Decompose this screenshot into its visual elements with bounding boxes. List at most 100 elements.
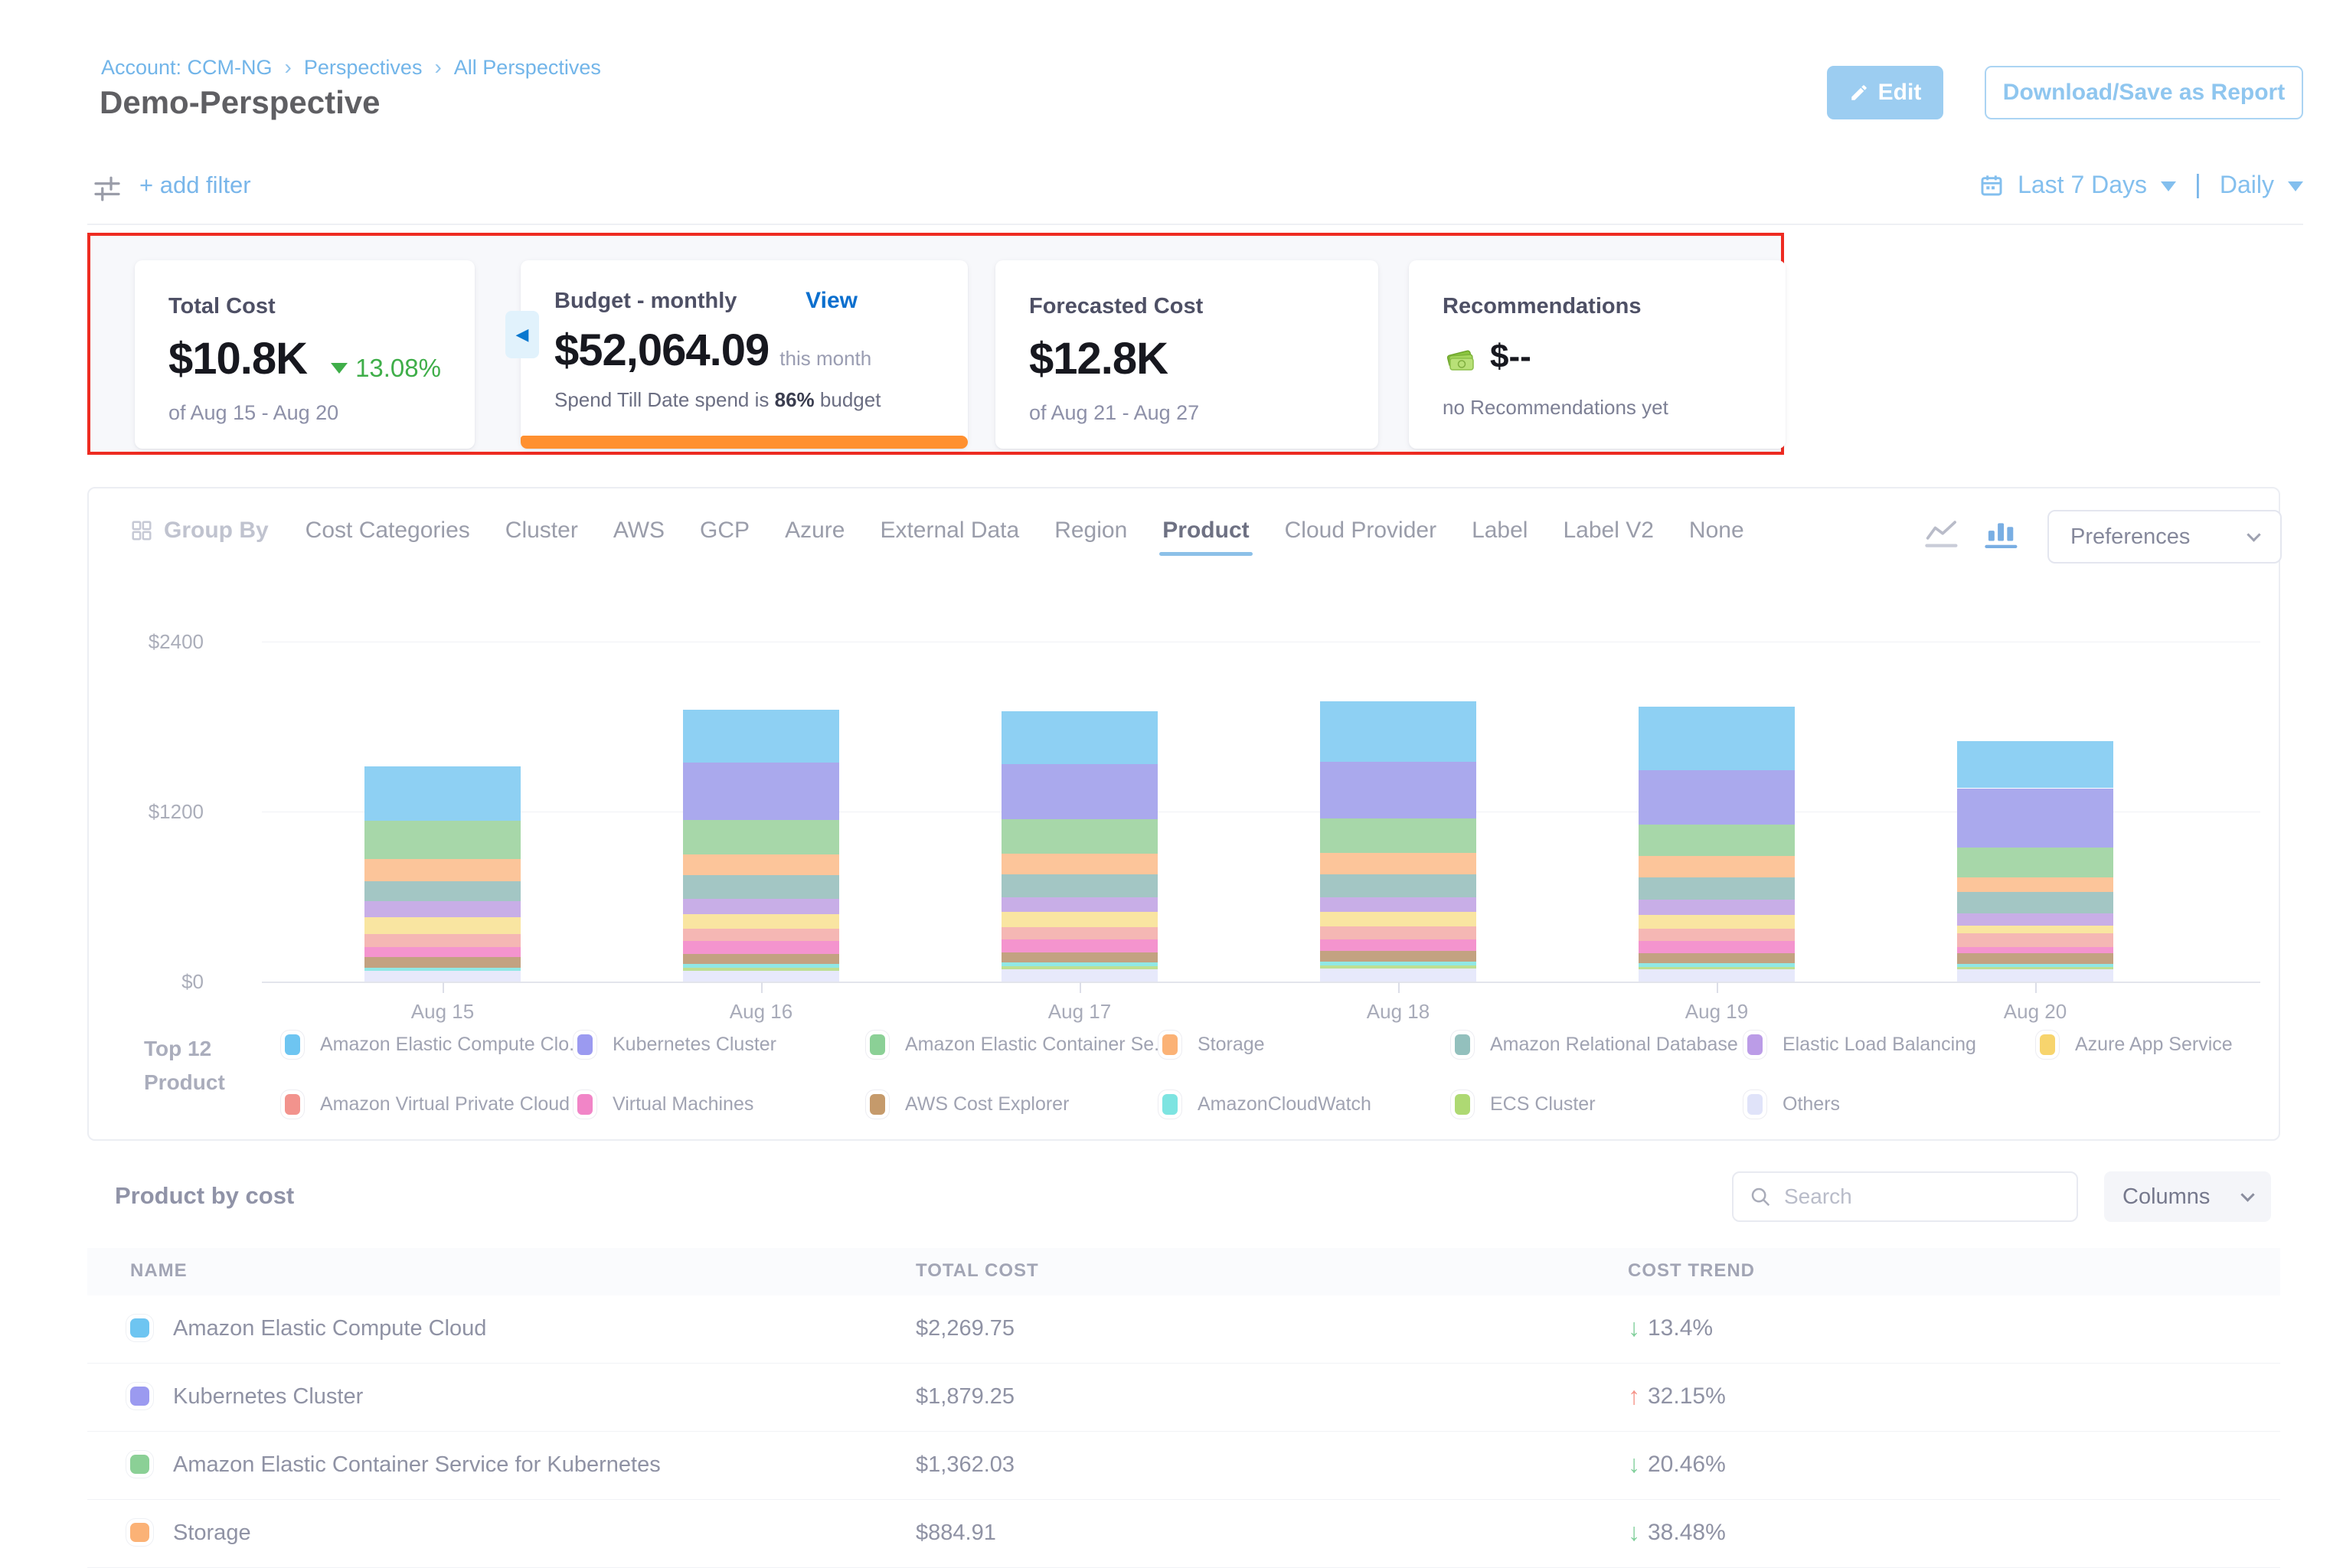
group-by-tab-product[interactable]: Product xyxy=(1162,518,1249,544)
bar-segment[interactable] xyxy=(1002,764,1158,819)
bar-segment[interactable] xyxy=(1002,874,1158,897)
bar-segment[interactable] xyxy=(683,914,839,929)
bar-segment[interactable] xyxy=(1002,969,1158,982)
bar-segment[interactable] xyxy=(1320,939,1476,952)
bar-segment[interactable] xyxy=(1320,874,1476,897)
bar-segment[interactable] xyxy=(1320,701,1476,763)
bar-segment[interactable] xyxy=(683,929,839,941)
bar-segment[interactable] xyxy=(683,899,839,914)
bar-segment[interactable] xyxy=(683,710,839,763)
bar-segment[interactable] xyxy=(1639,915,1795,929)
bar-segment[interactable] xyxy=(364,957,521,967)
legend-item[interactable]: Amazon Elastic Compute Clo... xyxy=(285,1034,585,1056)
bar-segment[interactable] xyxy=(1957,892,2113,913)
bar-segment[interactable] xyxy=(1002,952,1158,962)
bar-segment[interactable] xyxy=(1639,707,1795,770)
breadcrumb-item[interactable]: Account: CCM-NG xyxy=(101,56,273,80)
bar-segment[interactable] xyxy=(1957,913,2113,926)
edit-button[interactable]: Edit xyxy=(1827,66,1943,119)
chevron-down-icon[interactable] xyxy=(2288,181,2303,191)
bar-segment[interactable] xyxy=(1002,854,1158,875)
bar-segment[interactable] xyxy=(1002,966,1158,970)
download-save-report-button[interactable]: Download/Save as Report xyxy=(1985,66,2303,119)
legend-item[interactable]: Kubernetes Cluster xyxy=(577,1034,776,1056)
bar-segment[interactable] xyxy=(683,964,839,968)
bar-segment[interactable] xyxy=(1002,912,1158,926)
stacked-bar-aug-18[interactable] xyxy=(1320,488,1476,982)
bar-segment[interactable] xyxy=(1002,939,1158,953)
bar-segment[interactable] xyxy=(683,971,839,982)
bar-segment[interactable] xyxy=(683,954,839,964)
bar-segment[interactable] xyxy=(1002,962,1158,966)
table-row[interactable]: Amazon Elastic Compute Cloud$2,269.75↓13… xyxy=(87,1295,2280,1364)
bar-segment[interactable] xyxy=(364,901,521,917)
column-header-total-cost[interactable]: TOTAL COST xyxy=(916,1260,1039,1282)
bar-segment[interactable] xyxy=(683,763,839,820)
bar-segment[interactable] xyxy=(683,854,839,876)
bar-segment[interactable] xyxy=(364,766,521,821)
group-by-tab-aws[interactable]: AWS xyxy=(613,518,665,544)
bar-segment[interactable] xyxy=(364,859,521,881)
bar-segment[interactable] xyxy=(1002,711,1158,764)
bar-segment[interactable] xyxy=(1320,926,1476,939)
table-row[interactable]: Amazon Elastic Container Service for Kub… xyxy=(87,1432,2280,1500)
breadcrumb-item[interactable]: All Perspectives xyxy=(454,56,601,80)
bar-segment[interactable] xyxy=(364,968,521,971)
chevron-down-icon[interactable] xyxy=(2161,181,2176,191)
date-range-dropdown[interactable]: Last 7 Days xyxy=(2018,171,2147,199)
bar-segment[interactable] xyxy=(1957,969,2113,982)
group-by-tab-label[interactable]: Label xyxy=(1472,518,1528,544)
bar-segment[interactable] xyxy=(1957,933,2113,947)
bar-segment[interactable] xyxy=(1957,947,2113,953)
bar-segment[interactable] xyxy=(1957,789,2113,848)
bar-segment[interactable] xyxy=(1639,967,1795,970)
bar-segment[interactable] xyxy=(1002,897,1158,912)
stacked-bar-aug-19[interactable] xyxy=(1639,488,1795,982)
stacked-bar-aug-17[interactable] xyxy=(1002,488,1158,982)
bar-segment[interactable] xyxy=(683,968,839,971)
legend-item[interactable]: AmazonCloudWatch xyxy=(1162,1093,1371,1116)
collapse-left-arrow-button[interactable]: ◀ xyxy=(505,311,539,358)
group-by-tab-external-data[interactable]: External Data xyxy=(880,518,1019,544)
legend-item[interactable]: Amazon Virtual Private Cloud xyxy=(285,1093,570,1116)
bar-segment[interactable] xyxy=(1639,929,1795,942)
columns-dropdown[interactable]: Columns xyxy=(2104,1171,2271,1222)
breadcrumb-item[interactable]: Perspectives xyxy=(304,56,423,80)
bar-segment[interactable] xyxy=(1320,853,1476,875)
bar-segment[interactable] xyxy=(364,947,521,957)
bar-segment[interactable] xyxy=(1320,969,1476,982)
bar-segment[interactable] xyxy=(364,821,521,859)
bar-segment[interactable] xyxy=(1957,741,2113,788)
bar-segment[interactable] xyxy=(1639,877,1795,900)
filter-sliders-icon[interactable] xyxy=(92,173,123,207)
legend-item[interactable]: Storage xyxy=(1162,1034,1265,1056)
stacked-bar-aug-15[interactable] xyxy=(364,488,521,982)
bar-segment[interactable] xyxy=(1320,912,1476,926)
bar-segment[interactable] xyxy=(1639,969,1795,982)
bar-segment[interactable] xyxy=(1957,964,2113,967)
bar-segment[interactable] xyxy=(1639,770,1795,824)
add-filter-button[interactable]: + add filter xyxy=(139,172,251,199)
bar-segment[interactable] xyxy=(1320,965,1476,969)
bar-segment[interactable] xyxy=(683,875,839,899)
legend-item[interactable]: AWS Cost Explorer xyxy=(870,1093,1069,1116)
bar-segment[interactable] xyxy=(364,934,521,947)
legend-item[interactable]: ECS Cluster xyxy=(1455,1093,1596,1116)
budget-view-link[interactable]: View xyxy=(806,288,858,314)
table-row[interactable]: Storage$884.91↓38.48% xyxy=(87,1500,2280,1568)
legend-item[interactable]: Azure App Service xyxy=(2040,1034,2233,1056)
bar-segment[interactable] xyxy=(1639,825,1795,857)
bar-segment[interactable] xyxy=(1320,897,1476,912)
stacked-bar-aug-20[interactable] xyxy=(1957,488,2113,982)
bar-segment[interactable] xyxy=(1639,941,1795,953)
legend-item[interactable]: Amazon Elastic Container Se... xyxy=(870,1034,1170,1056)
bar-segment[interactable] xyxy=(1639,856,1795,877)
breadcrumb[interactable]: Account: CCM-NG›Perspectives›All Perspec… xyxy=(101,55,601,80)
legend-item[interactable]: Amazon Relational Database ... xyxy=(1455,1034,1760,1056)
bar-segment[interactable] xyxy=(1320,962,1476,965)
bar-segment[interactable] xyxy=(364,881,521,901)
bar-segment[interactable] xyxy=(1957,926,2113,933)
bar-segment[interactable] xyxy=(1957,877,2113,892)
legend-item[interactable]: Virtual Machines xyxy=(577,1093,753,1116)
line-chart-icon[interactable] xyxy=(1925,519,1959,550)
